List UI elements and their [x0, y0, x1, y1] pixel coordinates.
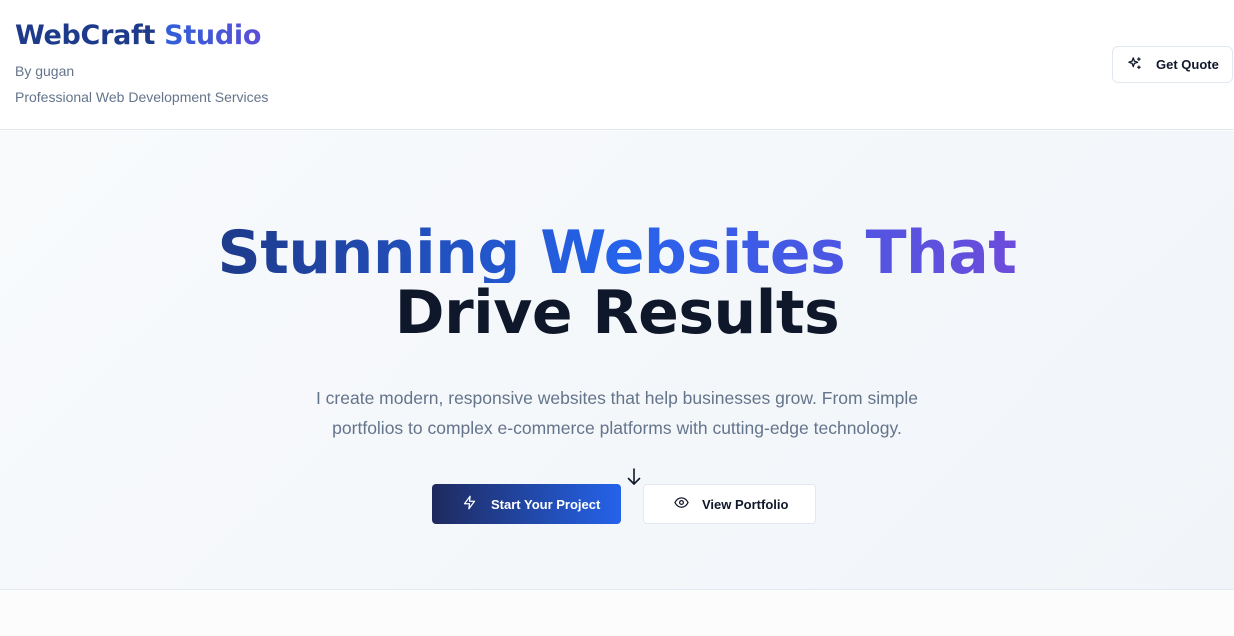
eye-icon [674, 495, 689, 513]
site-header: WebCraft Studio By gugan Professional We… [0, 0, 1234, 130]
get-quote-button[interactable]: Get Quote [1112, 46, 1233, 83]
arrow-down-icon [626, 468, 642, 486]
get-quote-label: Get Quote [1156, 57, 1219, 72]
hero-headline: Stunning Websites That Drive Results [0, 223, 1234, 343]
start-project-button[interactable]: Start Your Project [432, 484, 621, 524]
author-byline: By gugan [15, 63, 75, 79]
hero-description-line-2: portfolios to complex e-commerce platfor… [332, 418, 902, 438]
sparkles-icon [1127, 56, 1142, 74]
brand-logo-text[interactable]: WebCraft Studio [15, 20, 261, 52]
brand-name-secondary: Studio [164, 20, 262, 51]
start-project-label: Start Your Project [491, 496, 601, 512]
brand-tagline: Professional Web Development Services [15, 89, 269, 105]
view-portfolio-button[interactable]: View Portfolio [643, 484, 816, 524]
headline-gradient-text: Stunning Websites That [217, 218, 1017, 288]
hero-section: Stunning Websites That Drive Results I c… [0, 131, 1234, 590]
brand-name-primary: WebCraft [15, 20, 156, 51]
headline-dark-text: Drive Results [394, 278, 840, 348]
view-portfolio-label: View Portfolio [702, 496, 789, 512]
hero-description-line-1: I create modern, responsive websites tha… [315, 388, 919, 408]
hero-description: I create modern, responsive websites tha… [0, 383, 1234, 443]
lightning-icon [462, 495, 477, 513]
next-section-start [0, 591, 1234, 636]
